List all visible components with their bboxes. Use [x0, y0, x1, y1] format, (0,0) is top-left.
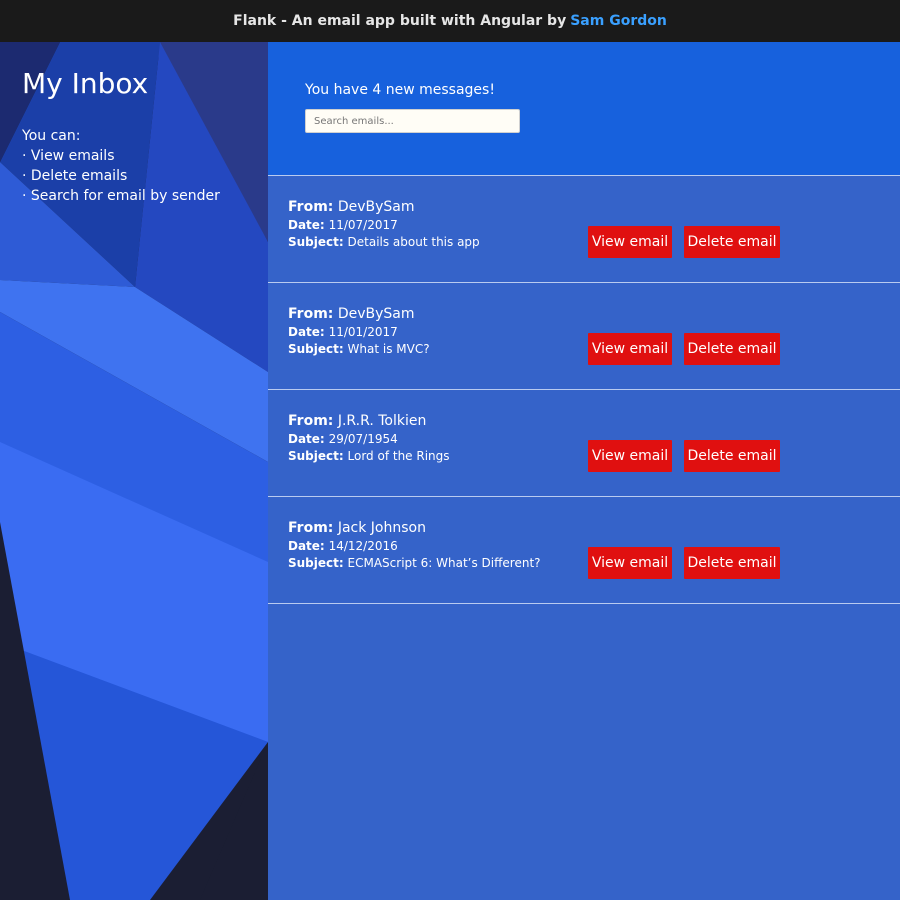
subject-label: Subject: [288, 556, 344, 570]
email-date: 11/01/2017 [328, 325, 398, 339]
email-row: From: J.R.R. Tolkien Date: 29/07/1954 Su… [268, 390, 900, 497]
date-label: Date: [288, 539, 325, 553]
delete-email-button[interactable]: Delete email [684, 440, 780, 472]
view-email-button[interactable]: View email [588, 440, 672, 472]
feature-list: View emails Delete emails Search for ema… [22, 146, 220, 206]
email-subject: Lord of the Rings [347, 449, 450, 463]
email-sender: DevBySam [337, 306, 415, 322]
email-sender: J.R.R. Tolkien [337, 413, 427, 429]
from-label: From: [288, 520, 334, 536]
view-email-button[interactable]: View email [588, 226, 672, 258]
subject-label: Subject: [288, 235, 344, 249]
sidebar: My Inbox You can: View emails Delete ema… [0, 42, 268, 900]
new-messages-count: You have 4 new messages! [305, 82, 495, 98]
delete-email-button[interactable]: Delete email [684, 333, 780, 365]
subject-label: Subject: [288, 449, 344, 463]
app-title: Flank - An email app built with Angular … [233, 13, 567, 29]
email-date: 14/12/2016 [328, 539, 398, 553]
main-panel: You have 4 new messages! From: DevBySam … [268, 42, 900, 900]
from-label: From: [288, 199, 334, 215]
inbox-header: You have 4 new messages! [268, 42, 900, 176]
email-row: From: DevBySam Date: 11/01/2017 Subject:… [268, 283, 900, 390]
from-label: From: [288, 306, 334, 322]
delete-email-button[interactable]: Delete email [684, 547, 780, 579]
delete-email-button[interactable]: Delete email [684, 226, 780, 258]
author-link[interactable]: Sam Gordon [570, 13, 667, 29]
date-label: Date: [288, 218, 325, 232]
email-row: From: DevBySam Date: 11/07/2017 Subject:… [268, 176, 900, 283]
email-subject: What is MVC? [347, 342, 430, 356]
inbox-title: My Inbox [22, 67, 149, 100]
email-sender: DevBySam [337, 199, 415, 215]
feature-item: View emails [22, 146, 220, 166]
email-date: 11/07/2017 [328, 218, 398, 232]
email-subject: Details about this app [347, 235, 480, 249]
feature-item: Search for email by sender [22, 186, 220, 206]
view-email-button[interactable]: View email [588, 333, 672, 365]
view-email-button[interactable]: View email [588, 547, 672, 579]
from-label: From: [288, 413, 334, 429]
email-subject: ECMAScript 6: What’s Different? [347, 556, 541, 570]
subject-label: Subject: [288, 342, 344, 356]
email-row: From: Jack Johnson Date: 14/12/2016 Subj… [268, 497, 900, 604]
email-sender: Jack Johnson [337, 520, 426, 536]
search-input[interactable] [305, 109, 520, 133]
top-bar: Flank - An email app built with Angular … [0, 0, 900, 42]
date-label: Date: [288, 432, 325, 446]
email-date: 29/07/1954 [328, 432, 398, 446]
feature-item: Delete emails [22, 166, 220, 186]
sidebar-intro: You can: [22, 128, 81, 144]
date-label: Date: [288, 325, 325, 339]
